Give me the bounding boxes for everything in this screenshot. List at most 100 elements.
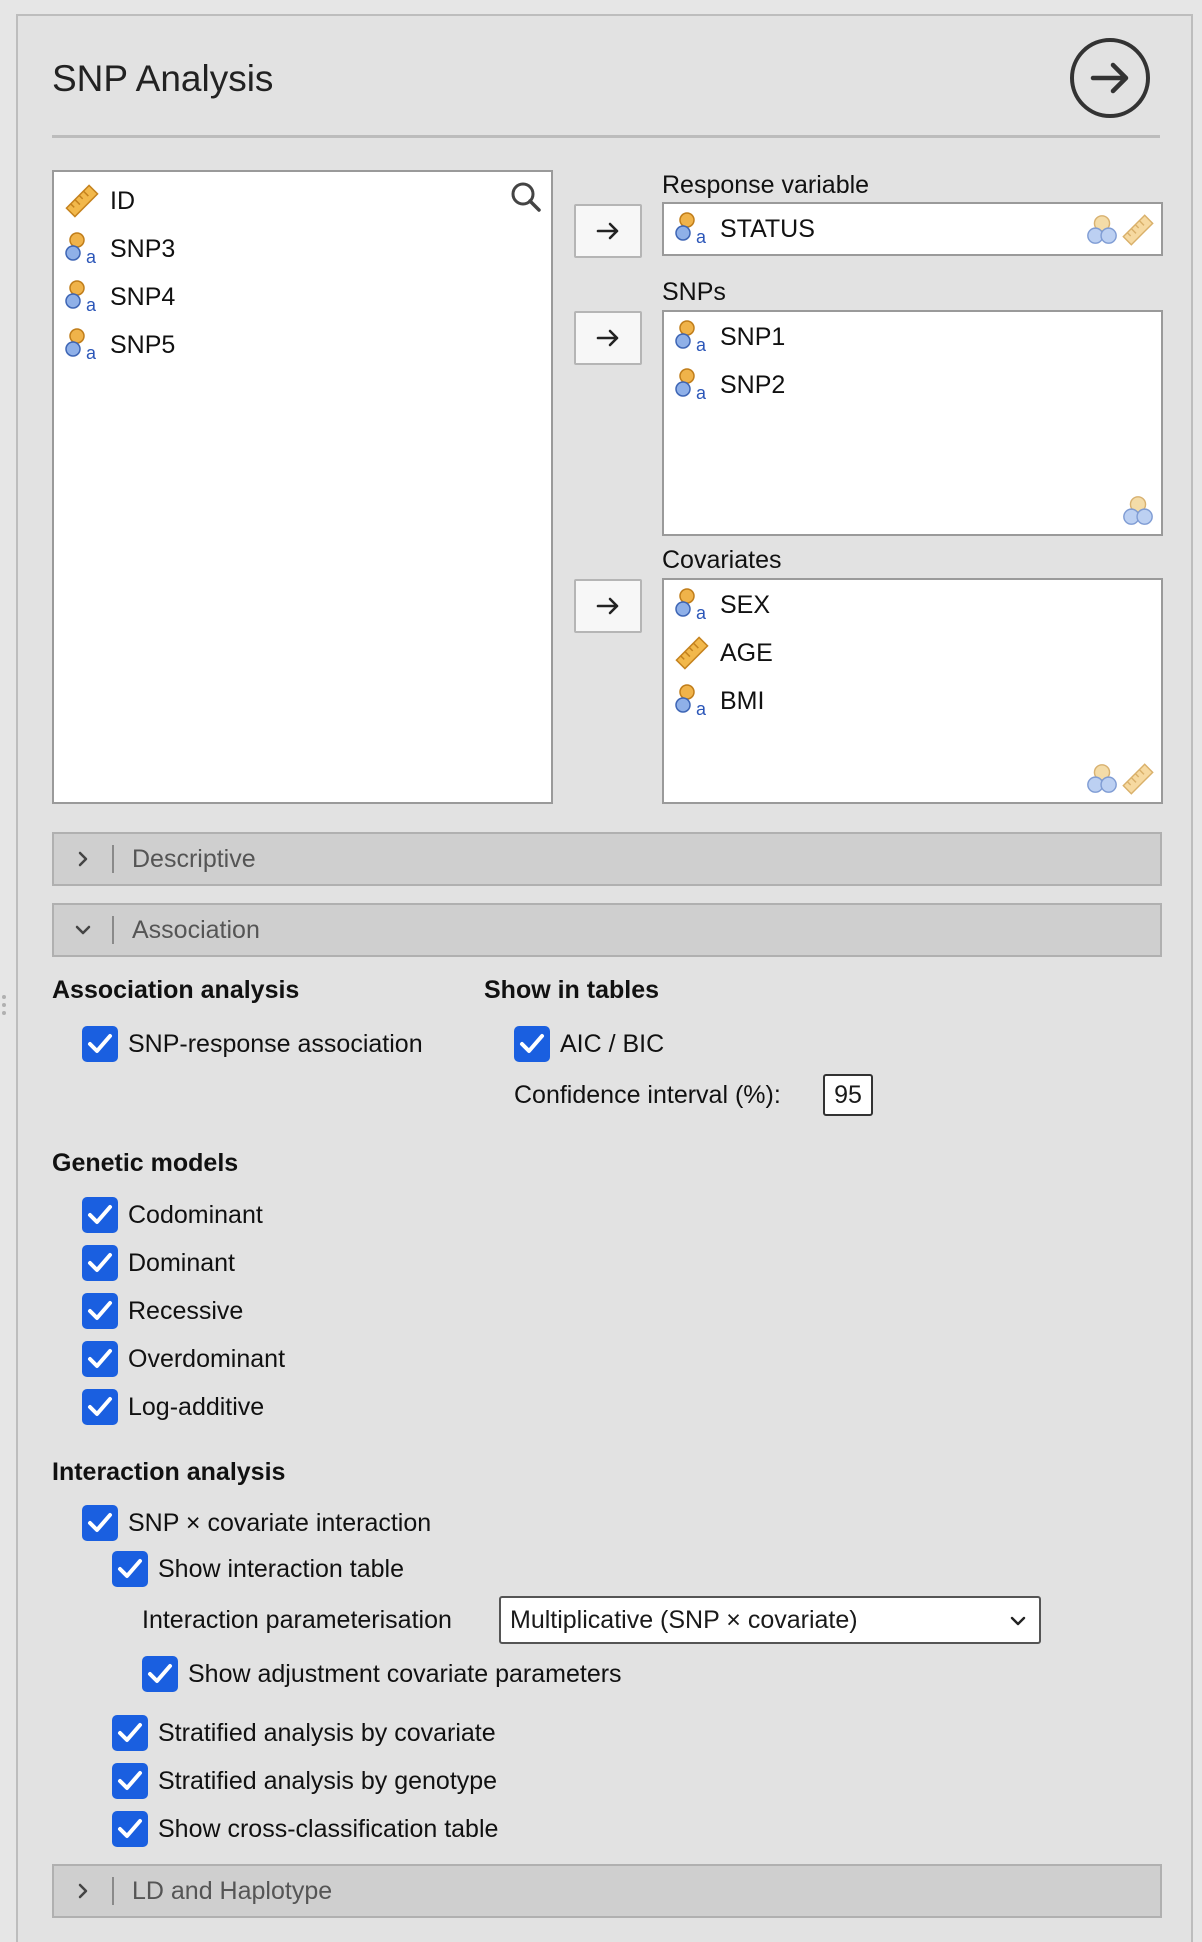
confidence-interval-label: Confidence interval (%): xyxy=(514,1081,781,1109)
variable-item-snp3[interactable]: SNP3 xyxy=(64,227,175,271)
checkbox-label: Codominant xyxy=(128,1200,263,1229)
nominal-text-icon xyxy=(674,211,710,247)
check-icon xyxy=(142,1656,178,1692)
move-to-response-button[interactable] xyxy=(574,204,642,258)
checkbox-label: Overdominant xyxy=(128,1344,286,1373)
panel-resize-grip[interactable] xyxy=(2,995,6,1023)
available-variables-list[interactable]: ID SNP3 SNP4 SNP5 xyxy=(52,170,553,804)
response-variable-box[interactable]: STATUS xyxy=(662,202,1163,256)
search-icon[interactable] xyxy=(509,180,543,214)
variable-label: SNP2 xyxy=(720,370,786,399)
variable-item-id[interactable]: ID xyxy=(64,179,135,223)
nominal-text-icon xyxy=(674,587,710,623)
check-icon xyxy=(112,1551,148,1587)
nominal-type-icon xyxy=(1121,494,1155,528)
nominal-type-icon xyxy=(1085,213,1119,247)
chevron-right-icon xyxy=(78,1883,88,1899)
chevron-down-icon xyxy=(1010,1616,1026,1626)
select-value: Multiplicative (SNP × covariate) xyxy=(510,1605,858,1634)
association-analysis-heading: Association analysis xyxy=(52,976,300,1004)
snp-item-snp2[interactable]: SNP2 xyxy=(674,363,785,407)
ruler-type-icon xyxy=(1121,762,1155,796)
covariate-item-bmi[interactable]: BMI xyxy=(674,679,764,723)
interaction-parameterisation-label: Interaction parameterisation xyxy=(142,1606,452,1634)
confidence-interval-input[interactable]: 95 xyxy=(823,1074,873,1116)
covariates-label: Covariates xyxy=(662,546,782,574)
covariate-item-age[interactable]: AGE xyxy=(674,631,773,675)
check-icon xyxy=(112,1811,148,1847)
check-icon xyxy=(112,1715,148,1751)
snp-covariate-interaction-checkbox[interactable]: SNP × covariate interaction xyxy=(82,1503,431,1543)
snp-response-association-checkbox[interactable]: SNP-response association xyxy=(82,1024,423,1064)
nominal-text-icon xyxy=(674,683,710,719)
arrow-right-icon xyxy=(593,323,623,353)
variable-label: SNP4 xyxy=(110,282,176,311)
move-to-covariates-button[interactable] xyxy=(574,579,642,633)
checkbox-label: Show adjustment covariate parameters xyxy=(188,1659,622,1688)
cross-classification-table-checkbox[interactable]: Show cross-classification table xyxy=(112,1809,498,1849)
codominant-checkbox[interactable]: Codominant xyxy=(82,1195,263,1235)
checkbox-label: Log-additive xyxy=(128,1392,265,1421)
variable-item-snp4[interactable]: SNP4 xyxy=(64,275,175,319)
interaction-analysis-heading: Interaction analysis xyxy=(52,1458,286,1486)
checkbox-label: SNP × covariate interaction xyxy=(128,1508,432,1537)
aic-bic-checkbox[interactable]: AIC / BIC xyxy=(514,1024,664,1064)
covariates-box[interactable]: SEX AGE BMI xyxy=(662,578,1163,804)
chevron-right-icon xyxy=(78,851,88,867)
nominal-text-icon xyxy=(64,231,100,267)
overdominant-checkbox[interactable]: Overdominant xyxy=(82,1339,285,1379)
show-in-tables-heading: Show in tables xyxy=(484,976,660,1004)
show-interaction-table-checkbox[interactable]: Show interaction table xyxy=(112,1549,404,1589)
page-title: SNP Analysis xyxy=(52,58,274,99)
section-title: Association xyxy=(132,915,260,944)
variable-label: SEX xyxy=(720,590,771,619)
section-ld-haplotype[interactable]: LD and Haplotype xyxy=(52,1864,1162,1918)
arrow-right-icon xyxy=(593,216,623,246)
check-icon xyxy=(82,1341,118,1377)
section-descriptive[interactable]: Descriptive xyxy=(52,832,1162,886)
ruler-type-icon xyxy=(1121,213,1155,247)
snps-box[interactable]: SNP1 SNP2 xyxy=(662,310,1163,536)
section-association[interactable]: Association xyxy=(52,903,1162,957)
section-title: Descriptive xyxy=(132,844,256,873)
check-icon xyxy=(514,1026,550,1062)
response-item-status[interactable]: STATUS xyxy=(674,207,815,251)
variable-label: SNP1 xyxy=(720,322,786,351)
snps-label: SNPs xyxy=(662,278,726,306)
check-icon xyxy=(82,1197,118,1233)
recessive-checkbox[interactable]: Recessive xyxy=(82,1291,243,1331)
arrow-right-circle-icon xyxy=(1090,62,1129,94)
section-title: LD and Haplotype xyxy=(132,1876,333,1905)
nominal-text-icon xyxy=(674,367,710,403)
nominal-text-icon xyxy=(64,327,100,363)
stratified-by-genotype-checkbox[interactable]: Stratified analysis by genotype xyxy=(112,1761,497,1801)
nominal-type-icon xyxy=(1085,762,1119,796)
checkbox-label: Dominant xyxy=(128,1248,235,1277)
interaction-parameterisation-select[interactable]: Multiplicative (SNP × covariate) xyxy=(499,1596,1041,1644)
variable-label: BMI xyxy=(720,686,765,715)
stratified-by-covariate-checkbox[interactable]: Stratified analysis by covariate xyxy=(112,1713,496,1753)
checkbox-label: Stratified analysis by genotype xyxy=(158,1766,498,1795)
covariate-item-sex[interactable]: SEX xyxy=(674,583,770,627)
log-additive-checkbox[interactable]: Log-additive xyxy=(82,1387,264,1427)
variable-label: SNP3 xyxy=(110,234,176,263)
check-icon xyxy=(82,1293,118,1329)
checkbox-label: Show cross-classification table xyxy=(158,1814,499,1843)
run-analysis-button[interactable] xyxy=(1070,38,1150,118)
move-to-snps-button[interactable] xyxy=(574,311,642,365)
checkbox-label: Show interaction table xyxy=(158,1554,404,1583)
checkbox-label: Recessive xyxy=(128,1296,244,1325)
check-icon xyxy=(82,1389,118,1425)
chevron-down-icon xyxy=(75,925,91,935)
snp-item-snp1[interactable]: SNP1 xyxy=(674,315,785,359)
variable-label: STATUS xyxy=(720,214,815,243)
nominal-text-icon xyxy=(674,319,710,355)
genetic-models-heading: Genetic models xyxy=(52,1149,239,1177)
show-adjustment-covariate-parameters-checkbox[interactable]: Show adjustment covariate parameters xyxy=(142,1654,622,1694)
checkbox-label: AIC / BIC xyxy=(560,1029,665,1058)
arrow-right-icon xyxy=(593,591,623,621)
dominant-checkbox[interactable]: Dominant xyxy=(82,1243,235,1283)
checkbox-label: Stratified analysis by covariate xyxy=(158,1718,496,1747)
title-divider xyxy=(52,135,1160,138)
variable-item-snp5[interactable]: SNP5 xyxy=(64,323,175,367)
